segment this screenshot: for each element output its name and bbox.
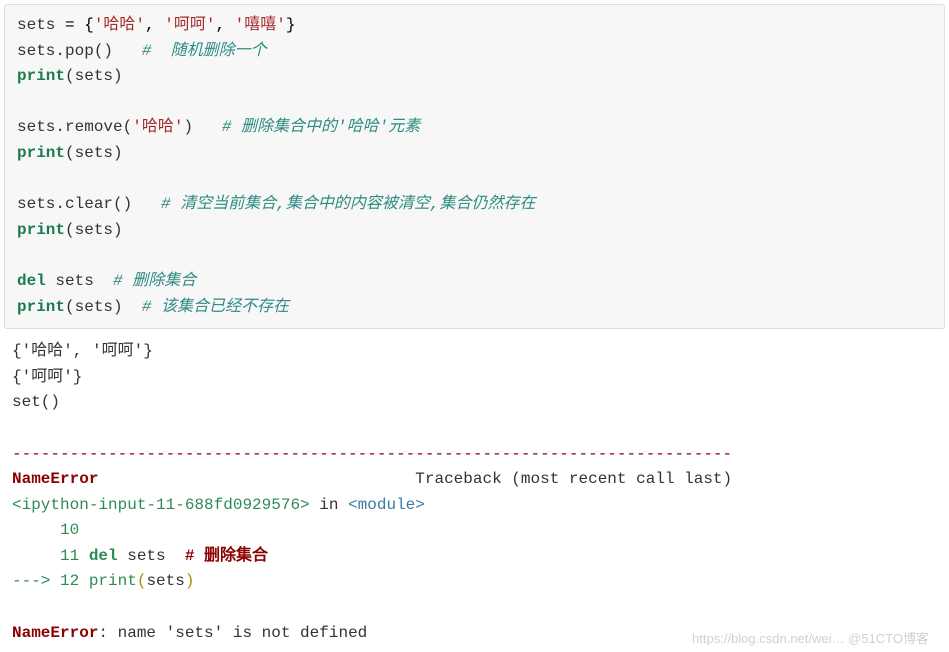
code-comment: # 删除集合中的'哈哈'元素 [222,118,420,136]
code-text: , [215,16,234,34]
code-text: sets [17,16,65,34]
traceback-line: 10 [12,521,89,539]
code-text: { [75,16,94,34]
code-line-9: print(sets) [17,221,123,239]
arg: sets [146,572,184,590]
code-text: sets.pop() [17,42,142,60]
output-block: {'哈哈', '呵呵'} {'呵呵'} set() --------------… [0,333,949,652]
builtin: print [17,67,65,85]
traceback-line: 11 del sets # 删除集合 [12,547,268,565]
code-text: sets [46,272,113,290]
traceback-line-current: ---> 12 print(sets) [12,572,194,590]
error-name: NameError [12,470,98,488]
line-no: 11 [12,547,89,565]
code-line-6: print(sets) [17,144,123,162]
line-no: 12 [60,572,89,590]
code-line-11: del sets # 删除集合 [17,272,196,290]
code-text: , [145,16,164,34]
code-line-12: print(sets) # 该集合已经不存在 [17,298,289,316]
string-literal: '呵呵' [164,16,215,34]
string-literal: '嘻嘻' [235,16,286,34]
separator: ----------------------------------------… [12,445,732,463]
error-location: <ipython-input-11-688fd0929576> in <modu… [12,496,425,514]
code-comment: # 该集合已经不存在 [142,298,289,316]
builtin: print [17,221,65,239]
code-comment: # 删除集合 [113,272,196,290]
arrow: ---> [12,572,60,590]
code-line-2: sets.pop() # 随机删除一个 [17,42,267,60]
error-name: NameError [12,624,98,642]
traceback-label: Traceback (most recent call last) [98,470,732,488]
code-text: (sets) [65,67,123,85]
code-text: } [286,16,296,34]
error-header: NameError Traceback (most recent call la… [12,470,732,488]
comment-in-tb: # 删除集合 [185,547,268,565]
builtin: print [89,572,137,590]
code-text: (sets) [65,298,142,316]
code-line-8: sets.clear() # 清空当前集合,集合中的内容被清空,集合仍然存在 [17,195,535,213]
code-line-3: print(sets) [17,67,123,85]
builtin: print [17,144,65,162]
code-comment: # 清空当前集合,集合中的内容被清空,集合仍然存在 [161,195,535,213]
code-line-1: sets = {'哈哈', '呵呵', '嘻嘻'} [17,16,296,34]
code-text: (sets) [65,221,123,239]
paren: ) [185,572,195,590]
code-text: ) [183,118,221,136]
output-line: set() [12,393,60,411]
code-line-5: sets.remove('哈哈') # 删除集合中的'哈哈'元素 [17,118,420,136]
input-ref: <ipython-input-11-688fd0929576> [12,496,310,514]
module-ref: <module> [348,496,425,514]
code-text: (sets) [65,144,123,162]
error-final: NameError: name 'sets' is not defined [12,624,367,642]
code-text: sets.remove( [17,118,132,136]
watermark: https://blog.csdn.net/wei… @51CTO博客 [692,628,929,647]
keyword: del [89,547,118,565]
error-message: : name 'sets' is not defined [98,624,367,642]
code-text: = [65,16,75,34]
builtin: print [17,298,65,316]
string-literal: '哈哈' [132,118,183,136]
code-text: sets [118,547,185,565]
output-line: {'呵呵'} [12,368,82,386]
code-block: sets = {'哈哈', '呵呵', '嘻嘻'} sets.pop() # 随… [4,4,945,329]
code-comment: # 随机删除一个 [142,42,267,60]
output-line: {'哈哈', '呵呵'} [12,342,153,360]
code-text: sets.clear() [17,195,161,213]
in-label: in [310,496,348,514]
paren: ( [137,572,147,590]
keyword: del [17,272,46,290]
string-literal: '哈哈' [94,16,145,34]
